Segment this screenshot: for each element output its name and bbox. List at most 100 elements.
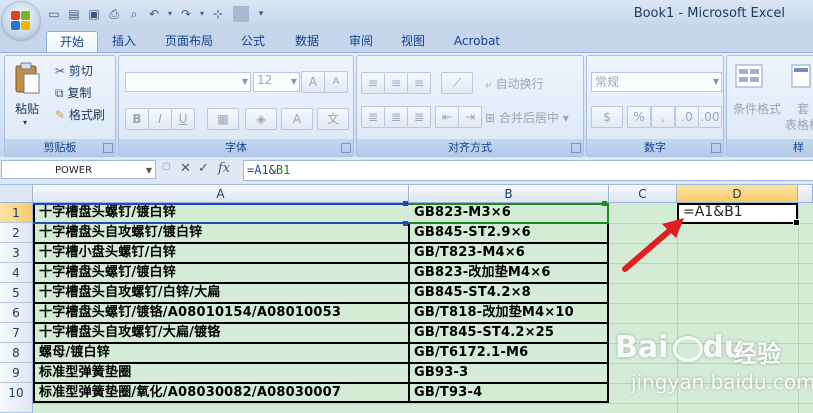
font-group-label: 字体: [119, 139, 353, 156]
formula-operator: &: [268, 163, 276, 177]
cell-a9[interactable]: 标准型弹簧垫圈: [35, 363, 407, 383]
fill-color-icon[interactable]: ◈: [245, 108, 277, 130]
table-format-label-1[interactable]: 套: [797, 100, 809, 117]
cell-b7[interactable]: GB/T845-ST4.2×25: [410, 323, 606, 343]
align-right-icon[interactable]: ≣: [407, 106, 431, 128]
increase-indent-icon[interactable]: ⇥: [458, 106, 482, 128]
tab-page-layout[interactable]: 页面布局: [158, 31, 220, 52]
increase-decimal-icon[interactable]: .0: [675, 106, 699, 128]
tab-review[interactable]: 审阅: [340, 31, 382, 52]
insert-function-icon[interactable]: fx: [218, 161, 230, 176]
align-center-icon[interactable]: ≣: [384, 106, 408, 128]
cell-b8[interactable]: GB/T6172.1-M6: [410, 343, 606, 363]
cut-button[interactable]: ✂ 剪切: [55, 62, 93, 79]
shrink-font-icon[interactable]: A: [324, 71, 348, 93]
wrap-text-label: 自动换行: [495, 77, 544, 91]
column-header-b[interactable]: B: [409, 185, 609, 203]
font-color-icon[interactable]: A: [281, 108, 313, 130]
table-format-label-2[interactable]: 表格格: [785, 116, 813, 133]
number-group-label: 数字: [587, 139, 723, 156]
cell-a3[interactable]: 十字槽小盘头螺钉/白锌: [35, 243, 407, 263]
column-header-c[interactable]: C: [609, 185, 677, 203]
cell-a8[interactable]: 螺母/镀白锌: [35, 343, 407, 363]
active-cell-d1[interactable]: =A1&B1: [677, 203, 800, 226]
cancel-icon[interactable]: ✕: [180, 161, 191, 176]
phonetic-icon[interactable]: 文: [317, 108, 349, 130]
cell-b3[interactable]: GB/T823-M4×6: [410, 243, 606, 263]
border-icon[interactable]: ▦: [207, 108, 239, 130]
row-header[interactable]: 9: [0, 363, 33, 383]
column-header-a[interactable]: A: [33, 185, 409, 203]
cell-a7[interactable]: 十字槽盘头自攻螺钉/大扁/镀铬: [35, 323, 407, 343]
row-header[interactable]: 6: [0, 303, 33, 323]
dialog-launcher-icon[interactable]: [711, 143, 721, 153]
merge-center-button[interactable]: ⊞ 合并后居中 ▾: [485, 109, 569, 126]
grow-font-icon[interactable]: A: [301, 71, 325, 93]
cell-d1-value: =A1&B1: [683, 204, 743, 220]
italic-button[interactable]: I: [148, 108, 172, 130]
conditional-format-icon[interactable]: [735, 64, 763, 91]
column-header-d[interactable]: D: [677, 185, 798, 203]
decrease-indent-icon[interactable]: ⇤: [435, 106, 459, 128]
cell-b6[interactable]: GB/T818-改加垫M4×10: [410, 303, 606, 323]
align-top-icon[interactable]: ≡: [361, 72, 385, 94]
tab-formulas[interactable]: 公式: [232, 31, 274, 52]
formula-input[interactable]: =A1&B1: [243, 160, 813, 181]
paste-icon[interactable]: [13, 62, 43, 102]
cell-b9[interactable]: GB93-3: [410, 363, 606, 383]
column-header-e[interactable]: [798, 185, 813, 203]
row-header[interactable]: 3: [0, 243, 33, 263]
cell-a10[interactable]: 标准型弹簧垫圈/氧化/A08030082/A08030007: [35, 383, 407, 403]
tab-home[interactable]: 开始: [46, 31, 98, 53]
orientation-icon[interactable]: ⟋: [441, 72, 473, 94]
cell-b10[interactable]: GB/T93-4: [410, 383, 606, 403]
wrap-text-button[interactable]: ⤶ 自动换行: [485, 75, 544, 92]
font-name-combo[interactable]: ▼: [125, 72, 251, 92]
tab-acrobat[interactable]: Acrobat: [446, 31, 508, 52]
cell-b4[interactable]: GB823-改加垫M4×6: [410, 263, 606, 283]
underline-button[interactable]: U: [171, 108, 195, 130]
conditional-format-button[interactable]: 条件格式: [733, 100, 781, 117]
resize-handle-icon[interactable]: ○: [162, 161, 171, 172]
cell-a2[interactable]: 十字槽盘头自攻螺钉/镀白锌: [35, 223, 407, 243]
cell-b5[interactable]: GB845-ST4.2×8: [410, 283, 606, 303]
row-header[interactable]: 1: [0, 203, 33, 223]
dialog-launcher-icon[interactable]: [341, 143, 351, 153]
row-header[interactable]: 2: [0, 223, 33, 243]
tab-data[interactable]: 数据: [286, 31, 328, 52]
align-left-icon[interactable]: ≣: [361, 106, 385, 128]
row-header[interactable]: 10: [0, 383, 33, 413]
decrease-decimal-icon[interactable]: .00: [698, 106, 722, 128]
cell-a5[interactable]: 十字槽盘头自攻螺钉/白锌/大扁: [35, 283, 407, 303]
cell-b2[interactable]: GB845-ST2.9×6: [410, 223, 606, 243]
name-box[interactable]: POWER ▼: [1, 160, 156, 179]
tab-insert[interactable]: 插入: [104, 31, 144, 52]
office-logo-icon: [11, 11, 31, 31]
table-format-icon[interactable]: [791, 64, 811, 91]
select-all-corner[interactable]: [0, 185, 33, 203]
paste-button[interactable]: 粘贴: [15, 100, 39, 117]
cell-a6[interactable]: 十字槽盘头螺钉/镀铬/A08010154/A08010053: [35, 303, 407, 323]
align-middle-icon[interactable]: ≡: [384, 72, 408, 94]
row-header[interactable]: 4: [0, 263, 33, 283]
fill-handle[interactable]: [793, 219, 800, 226]
align-bottom-icon[interactable]: ≡: [407, 72, 431, 94]
row-header[interactable]: 5: [0, 283, 33, 303]
currency-icon[interactable]: $: [591, 106, 623, 128]
enter-icon[interactable]: ✓: [198, 161, 209, 176]
bold-button[interactable]: B: [125, 108, 149, 130]
row-header[interactable]: 8: [0, 343, 33, 363]
comma-icon[interactable]: ,: [651, 106, 675, 128]
row-header[interactable]: 7: [0, 323, 33, 343]
dialog-launcher-icon[interactable]: [571, 143, 581, 153]
number-format-combo[interactable]: 常规 ▼: [591, 72, 722, 92]
tab-view[interactable]: 视图: [392, 31, 434, 52]
chevron-down-icon[interactable]: ▾: [23, 118, 27, 127]
copy-button[interactable]: ⧉ 复制: [55, 84, 91, 101]
format-painter-button[interactable]: ✎ 格式刷: [55, 106, 105, 123]
cell-a4[interactable]: 十字槽盘头螺钉/镀白锌: [35, 263, 407, 283]
office-button[interactable]: [2, 2, 40, 40]
percent-icon[interactable]: %: [627, 106, 651, 128]
font-size-combo[interactable]: 12 ▼: [253, 72, 300, 92]
dialog-launcher-icon[interactable]: [103, 143, 113, 153]
